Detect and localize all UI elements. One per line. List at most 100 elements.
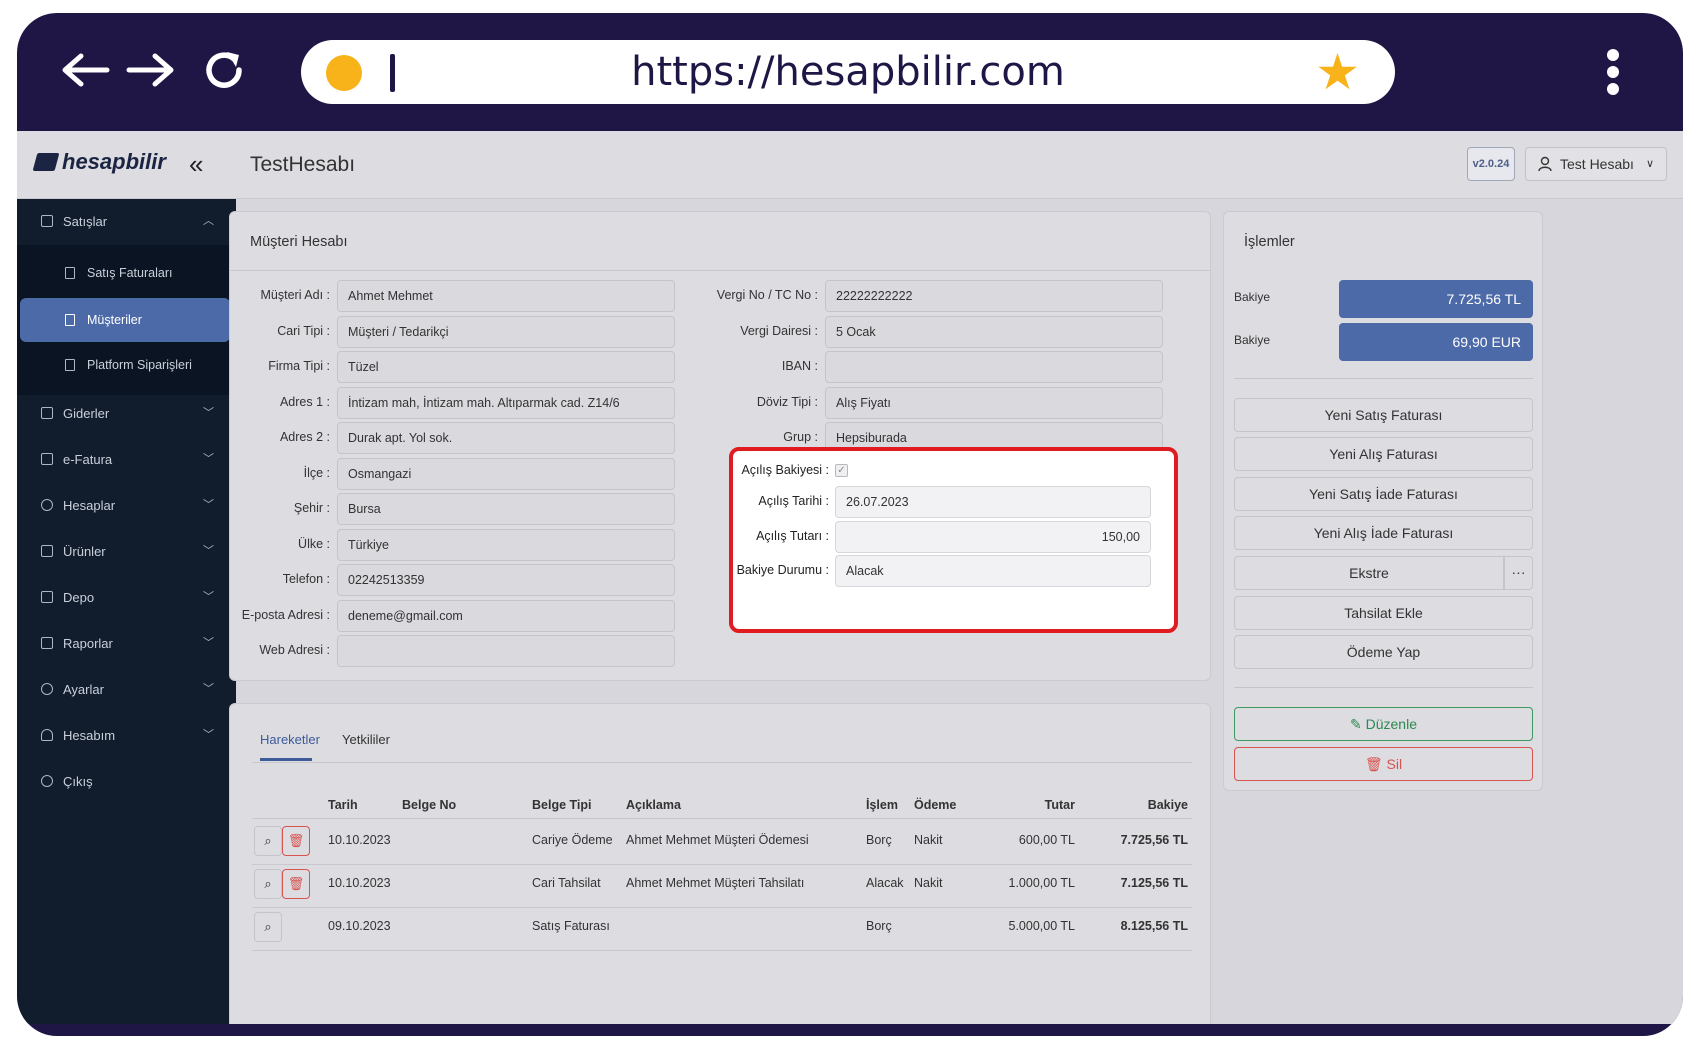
col-header-operation[interactable]: İşlem <box>866 798 898 812</box>
sidebar-item-label: Çıkış <box>63 774 93 789</box>
sidebar-item-my-account[interactable]: Hesabım ﹀ <box>17 713 236 759</box>
collapse-sidebar-icon[interactable]: « <box>189 149 203 180</box>
app-logo[interactable]: hesapbilir <box>32 149 166 175</box>
card-title: Müşteri Hesabı <box>250 234 348 250</box>
customer-field-input[interactable]: 22222222222 <box>825 280 1163 312</box>
customer-field-row: Müşteri Adı : Ahmet Mehmet <box>230 280 690 312</box>
new-purchase-return-invoice-button[interactable]: Yeni Alış İade Faturası <box>1234 516 1533 550</box>
col-header-amount[interactable]: Tutar <box>985 798 1075 812</box>
field-label: Web Adresi : <box>259 643 330 657</box>
opening-date-field[interactable]: 26.07.2023 <box>835 486 1151 518</box>
sidebar-item-sales-invoices[interactable]: Satış Faturaları <box>20 251 230 295</box>
opening-amount-field[interactable]: 150,00 <box>835 521 1151 553</box>
tab-movements[interactable]: Hareketler <box>260 732 320 747</box>
field-label: Açılış Bakiyesi : <box>741 463 829 477</box>
reload-icon[interactable] <box>201 47 247 93</box>
sidebar-item-settings[interactable]: Ayarlar ﹀ <box>17 667 236 713</box>
cell-date: 10.10.2023 <box>328 833 391 847</box>
user-menu-button[interactable]: Test Hesabı ∨ <box>1525 147 1667 181</box>
col-header-description[interactable]: Açıklama <box>626 798 681 812</box>
col-header-date[interactable]: Tarih <box>328 798 358 812</box>
customer-field-input[interactable] <box>337 635 675 667</box>
customer-field-row: E-posta Adresi : deneme@gmail.com <box>230 599 690 632</box>
customer-field-input[interactable]: Osmangazi <box>337 457 675 490</box>
statement-more-button[interactable]: ··· <box>1504 556 1533 590</box>
sidebar-item-label: Ürünler <box>63 544 106 559</box>
view-row-button[interactable]: ⌕ <box>254 826 282 856</box>
edit-button[interactable]: ✎ Düzenle <box>1234 707 1533 741</box>
statement-button[interactable]: Ekstre <box>1234 556 1504 590</box>
balance-row: Bakiye 7.725,56 TL <box>1224 280 1544 318</box>
customer-field-input[interactable]: Ahmet Mehmet <box>337 280 675 312</box>
customer-field-input[interactable]: Tüzel <box>337 351 675 383</box>
view-row-button[interactable]: ⌕ <box>254 912 282 942</box>
new-sales-invoice-button[interactable]: Yeni Satış Faturası <box>1234 398 1533 432</box>
customer-field-row: Adres 2 : Durak apt. Yol sok. <box>230 422 690 454</box>
delete-button[interactable]: 🗑 Sil <box>1234 747 1533 781</box>
customer-field-input[interactable]: Türkiye <box>337 528 675 561</box>
sidebar-item-customers[interactable]: Müşteriler <box>20 298 230 342</box>
browser-menu-icon[interactable] <box>1607 49 1621 95</box>
col-header-payment[interactable]: Ödeme <box>914 798 956 812</box>
back-arrow-icon[interactable] <box>59 51 111 89</box>
customer-field-input[interactable]: Bursa <box>337 493 675 525</box>
sidebar-item-sales[interactable]: Satışlar ︿ <box>17 199 236 245</box>
view-row-button[interactable]: ⌕ <box>254 869 282 899</box>
customer-field-input[interactable]: İntizam mah, İntizam mah. Altıparmak cad… <box>337 386 675 419</box>
sidebar-item-products[interactable]: Ürünler ﹀ <box>17 529 236 575</box>
chevron-down-icon: ﹀ <box>203 453 214 465</box>
field-label: Açılış Tarihi : <box>758 494 829 508</box>
customer-field-input[interactable]: 5 Ocak <box>825 315 1163 348</box>
add-collection-button[interactable]: Tahsilat Ekle <box>1234 596 1533 630</box>
divider <box>252 762 1192 763</box>
sidebar-item-logout[interactable]: Çıkış <box>17 759 236 805</box>
chevron-up-icon: ︿ <box>203 215 214 227</box>
balance-status-field[interactable]: Alacak <box>835 555 1151 587</box>
active-tab-indicator <box>260 758 312 761</box>
opening-balance-checkbox[interactable]: ✓ <box>835 464 848 477</box>
tab-authorized[interactable]: Yetkililer <box>342 732 390 747</box>
sidebar-item-reports[interactable]: Raporlar ﹀ <box>17 621 236 667</box>
divider <box>230 270 1210 271</box>
sidebar-item-expenses[interactable]: Giderler ﹀ <box>17 391 236 437</box>
table-row: ⌕ 🗑 10.10.2023 Cariye Ödeme Ahmet Mehmet Müş… <box>230 826 1212 866</box>
chevron-down-icon: ﹀ <box>203 591 214 603</box>
field-label: Açılış Tutarı : <box>756 529 829 543</box>
customer-field-input[interactable]: Müşteri / Tedarikçi <box>337 315 675 348</box>
sidebar-item-warehouse[interactable]: Depo ﹀ <box>17 575 236 621</box>
sidebar-item-platform-orders[interactable]: Platform Siparişleri <box>20 343 230 387</box>
sidebar-submenu: Satış Faturaları Müşteriler Platform Sip… <box>17 245 236 395</box>
url-text[interactable]: https://hesapbilir.com <box>301 40 1395 104</box>
receipt-icon <box>41 407 53 419</box>
col-header-doc-no[interactable]: Belge No <box>402 798 456 812</box>
address-bar[interactable]: https://hesapbilir.com ★ <box>301 40 1395 104</box>
sidebar-item-label: Hesaplar <box>63 498 116 513</box>
col-header-doc-type[interactable]: Belge Tipi <box>532 798 592 812</box>
balance-row: Bakiye 69,90 EUR <box>1224 323 1544 361</box>
invoice-icon <box>41 453 53 465</box>
make-payment-button[interactable]: Ödeme Yap <box>1234 635 1533 669</box>
table-row: ⌕ 09.10.2023 Satış Faturası Borç 5.000,00 TL… <box>230 912 1212 952</box>
customer-field-input[interactable]: Alış Fiyatı <box>825 386 1163 419</box>
new-purchase-invoice-button[interactable]: Yeni Alış Faturası <box>1234 437 1533 471</box>
col-header-balance[interactable]: Bakiye <box>1098 798 1188 812</box>
forward-arrow-icon[interactable] <box>125 51 177 89</box>
sidebar-item-accounts[interactable]: Hesaplar ﹀ <box>17 483 236 529</box>
sidebar-item-einvoice[interactable]: e-Fatura ﹀ <box>17 437 236 483</box>
customer-field-input[interactable]: deneme@gmail.com <box>337 599 675 632</box>
customer-field-input[interactable] <box>825 351 1163 383</box>
new-sales-return-invoice-button[interactable]: Yeni Satış İade Faturası <box>1234 477 1533 511</box>
page-title: TestHesabı <box>250 153 356 176</box>
divider <box>1234 378 1533 379</box>
delete-row-button[interactable]: 🗑 <box>282 826 310 856</box>
customer-field-input[interactable]: 02242513359 <box>337 564 675 596</box>
chevron-down-icon: ﹀ <box>203 683 214 695</box>
cell-amount: 5.000,00 TL <box>1008 919 1076 933</box>
bookmark-star-icon[interactable]: ★ <box>1315 47 1360 97</box>
customer-field-input[interactable]: Durak apt. Yol sok. <box>337 422 675 454</box>
customer-field-row: Cari Tipi : Müşteri / Tedarikçi <box>230 315 690 348</box>
delete-row-button[interactable]: 🗑 <box>282 869 310 899</box>
chevron-down-icon: ﹀ <box>203 407 214 419</box>
cell-operation: Borç <box>866 833 892 847</box>
cell-doc-type: Satış Faturası <box>532 919 610 933</box>
